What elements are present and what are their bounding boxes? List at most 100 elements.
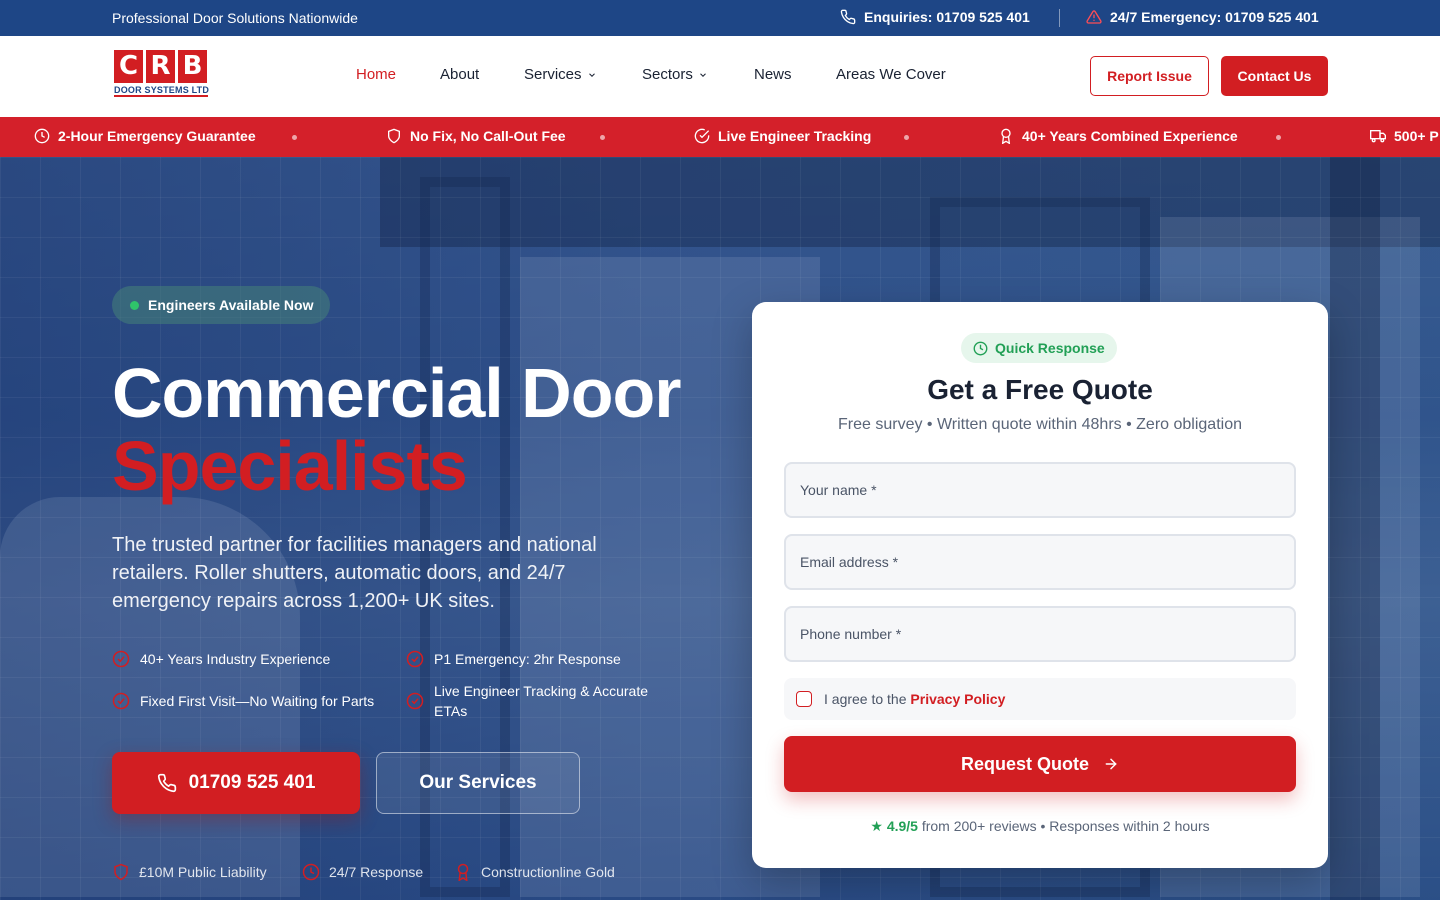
privacy-policy-link[interactable]: Privacy Policy <box>910 691 1005 707</box>
check-circle-icon <box>112 650 130 668</box>
hero-heading-line-2: Specialists <box>112 427 468 505</box>
ticker-item: No Fix, No Call-Out Fee <box>386 128 566 144</box>
nav-services-label: Services <box>524 66 582 83</box>
hero-lead: The trusted partner for facilities manag… <box>112 534 597 612</box>
request-quote-label: Request Quote <box>960 753 1089 774</box>
trust-label: 24/7 Response <box>329 864 424 880</box>
quote-form-card: Quick Response Get a Free Quote Free sur… <box>752 302 1328 868</box>
ticker-label: No Fix, No Call-Out Fee <box>410 128 566 144</box>
phone-field[interactable] <box>784 606 1296 662</box>
logo-letter: B <box>178 50 207 83</box>
our-services-button[interactable]: Our Services <box>376 752 580 814</box>
feature-label: Fixed First Visit—No Waiting for Parts <box>140 693 375 709</box>
consent-label: I agree to the <box>824 691 907 707</box>
logo-letter: C <box>114 50 143 83</box>
quote-title: Get a Free Quote <box>927 374 1153 405</box>
availability-badge: Engineers Available Now <box>112 286 331 324</box>
emergency-text: 24/7 Emergency: 01709 525 401 <box>1110 9 1319 25</box>
nav-about[interactable]: About <box>440 66 524 83</box>
ticker-separator <box>292 135 297 140</box>
ticker-label: 2-Hour Emergency Guarantee <box>58 128 256 144</box>
request-quote-button[interactable]: Request Quote <box>784 736 1296 792</box>
consent-checkbox[interactable] <box>796 691 812 707</box>
emergency-phone-link[interactable]: 24/7 Emergency: 01709 525 401 <box>1086 9 1319 25</box>
call-now-button[interactable]: 01709 525 401 <box>112 752 360 814</box>
logo-letters: C R B <box>114 50 208 83</box>
ticker-item: 2-Hour Emergency Guarantee <box>34 128 256 144</box>
phone-icon <box>840 9 856 25</box>
clock-icon <box>302 863 320 881</box>
nav-sectors[interactable]: Sectors <box>642 66 754 83</box>
feature-item: Fixed First Visit—No Waiting for Parts <box>112 691 374 711</box>
ticker-item: Live Engineer Tracking <box>694 128 871 144</box>
status-dot <box>130 300 139 310</box>
logo-letter: R <box>146 50 175 83</box>
privacy-consent[interactable]: I agree to the Privacy Policy <box>784 678 1296 720</box>
ticker-item: 500+ P <box>1370 128 1439 144</box>
report-issue-button[interactable]: Report Issue <box>1090 56 1209 96</box>
trust-badge: £10M Public Liability <box>112 863 267 881</box>
feature-item: Live Engineer Tracking & Accurate ETAs <box>406 681 676 721</box>
availability-label: Engineers Available Now <box>148 297 314 313</box>
hero-section: Engineers Available Now Commercial Door … <box>0 157 1440 900</box>
feature-label: 40+ Years Industry Experience <box>140 651 331 667</box>
nav-news[interactable]: News <box>754 66 836 83</box>
consent-text: I agree to the Privacy Policy <box>824 691 1005 707</box>
quick-response-label: Quick Response <box>995 340 1105 356</box>
nav-home[interactable]: Home <box>356 66 440 83</box>
contact-us-button[interactable]: Contact Us <box>1221 56 1328 96</box>
award-icon <box>457 863 469 881</box>
check-circle-icon <box>112 692 130 710</box>
clock-icon <box>34 128 50 144</box>
name-field[interactable] <box>784 462 1296 518</box>
shield-icon <box>388 128 400 144</box>
ticker-separator <box>1276 135 1281 140</box>
trust-badge: 24/7 Response <box>302 863 423 881</box>
ticker-label: 500+ P <box>1394 128 1439 144</box>
ticker-label: 40+ Years Combined Experience <box>1022 128 1238 144</box>
warning-icon <box>1086 10 1102 24</box>
chevron-down-icon <box>588 72 595 77</box>
feature-item: 40+ Years Industry Experience <box>112 649 330 669</box>
ticker-label: Live Engineer Tracking <box>718 128 872 144</box>
rating-score: ★ 4.9/5 <box>870 818 918 834</box>
reviews-summary: ★ 4.9/5 from 200+ reviews • Responses wi… <box>752 818 1328 835</box>
nav-services[interactable]: Services <box>524 66 642 83</box>
nav-areas[interactable]: Areas We Cover <box>836 66 946 83</box>
ticker-separator <box>904 135 909 140</box>
ticker-item: 40+ Years Combined Experience <box>998 128 1238 144</box>
nav-sectors-label: Sectors <box>642 66 693 83</box>
hero-heading-line-1: Commercial Door <box>112 354 681 432</box>
site-header: C R B DOOR SYSTEMS LTD Home About Servic… <box>0 36 1440 117</box>
check-circle-icon <box>694 128 710 144</box>
chevron-down-icon <box>699 72 706 77</box>
quick-response-badge: Quick Response <box>961 333 1117 363</box>
feature-item: P1 Emergency: 2hr Response <box>406 649 621 669</box>
divider <box>1059 9 1060 27</box>
arrow-right-icon <box>1105 758 1117 770</box>
trust-label: £10M Public Liability <box>139 864 267 880</box>
feature-label: P1 Emergency: 2hr Response <box>434 651 621 667</box>
logo-subtitle: DOOR SYSTEMS LTD <box>114 85 210 97</box>
quote-subtitle: Free survey • Written quote within 48hrs… <box>838 416 1242 433</box>
truck-icon <box>1370 130 1386 143</box>
check-circle-icon <box>406 692 424 710</box>
ticker-separator <box>600 135 605 140</box>
enquiries-text: Enquiries: 01709 525 401 <box>864 9 1030 25</box>
main-nav: Home About Services Sectors News Areas W… <box>356 66 946 83</box>
shield-icon <box>114 863 128 881</box>
clock-icon <box>973 341 988 355</box>
email-field[interactable] <box>784 534 1296 590</box>
logo[interactable]: C R B DOOR SYSTEMS LTD <box>114 50 210 101</box>
award-icon <box>1001 128 1011 144</box>
trust-badge: Constructionline Gold <box>454 863 615 881</box>
enquiries-phone-link[interactable]: Enquiries: 01709 525 401 <box>840 9 1030 25</box>
reviews-text: from 200+ reviews • Responses within 2 h… <box>921 818 1210 834</box>
call-now-label: 01709 525 401 <box>188 772 316 793</box>
benefits-ticker: 2-Hour Emergency Guarantee No Fix, No Ca… <box>0 117 1440 157</box>
feature-label: Live Engineer Tracking & Accurate ETAs <box>434 683 649 719</box>
trust-label: Constructionline Gold <box>481 864 615 880</box>
tagline: Professional Door Solutions Nationwide <box>112 10 358 26</box>
phone-icon <box>157 773 176 793</box>
top-bar: Professional Door Solutions Nationwide E… <box>0 0 1440 36</box>
